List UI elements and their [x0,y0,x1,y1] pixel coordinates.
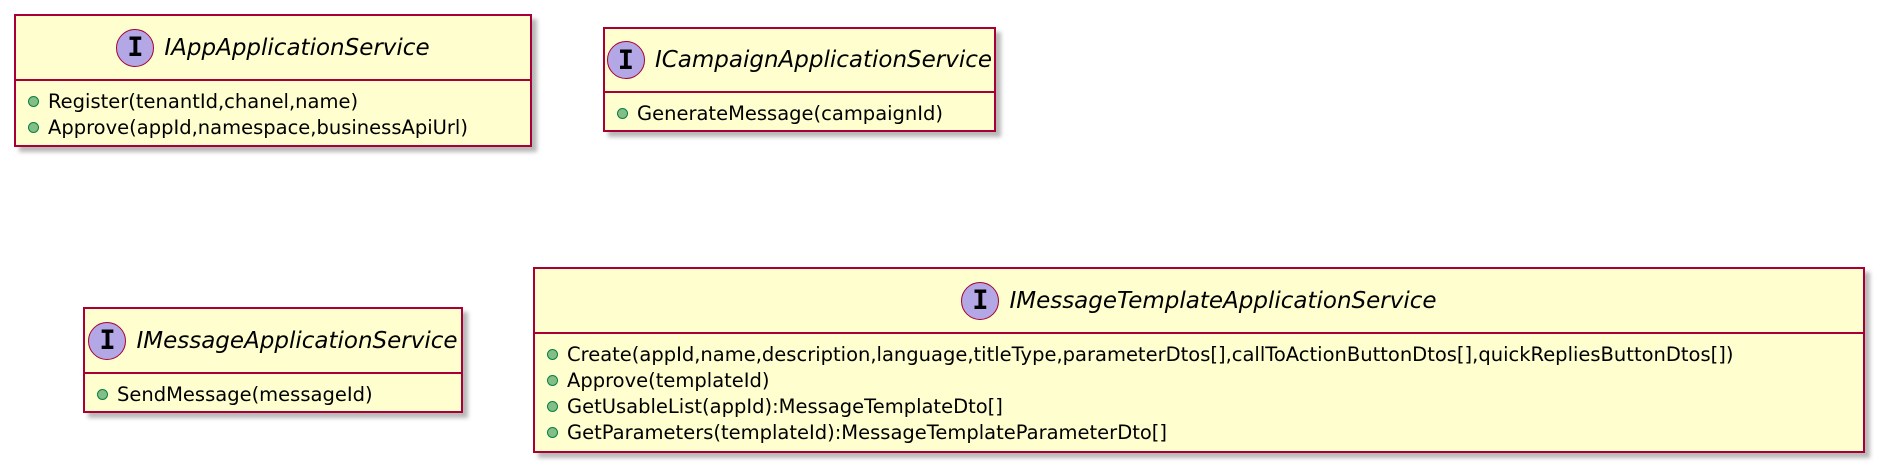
interface-icampaign-application-service: I ICampaignApplicationService GenerateMe… [603,27,996,132]
interface-iapp-application-service: I IAppApplicationService Register(tenant… [14,14,532,147]
interface-imessage-application-service: I IMessageApplicationService SendMessage… [83,307,463,413]
member-signature: Create(appId,name,description,language,t… [567,342,1734,366]
interface-name: IAppApplicationService [164,34,430,61]
public-method-icon [28,121,39,133]
interface-header: I IMessageApplicationService [85,309,461,374]
public-method-icon [547,426,558,438]
public-method-icon [547,400,558,412]
member-signature: GenerateMessage(campaignId) [637,101,944,125]
interface-name: IMessageTemplateApplicationService [1009,287,1437,314]
public-method-icon [547,374,558,386]
interface-name: ICampaignApplicationService [654,47,993,73]
member-item: GenerateMessage(campaignId) [617,100,982,126]
member-item: GetParameters(templateId):MessageTemplat… [547,419,1851,445]
member-list: Create(appId,name,description,language,t… [535,334,1863,451]
member-item: SendMessage(messageId) [97,381,449,407]
member-item: Register(tenantId,chanel,name) [28,88,518,114]
interface-circle-icon: I [961,281,1000,320]
public-method-icon [617,107,628,119]
interface-circle-icon: I [116,28,155,67]
interface-circle-icon: I [606,41,645,79]
member-signature: GetParameters(templateId):MessageTemplat… [567,420,1168,444]
member-signature: Register(tenantId,chanel,name) [48,89,359,113]
interface-circle-icon: I [88,321,127,360]
member-item: Approve(appId,namespace,businessApiUrl) [28,114,518,140]
public-method-icon [28,95,39,107]
member-signature: Approve(appId,namespace,businessApiUrl) [48,115,468,139]
public-method-icon [547,348,558,360]
member-signature: SendMessage(messageId) [117,382,373,406]
interface-header: I IMessageTemplateApplicationService [535,269,1863,334]
member-list: Register(tenantId,chanel,name) Approve(a… [16,81,530,146]
member-item: GetUsableList(appId):MessageTemplateDto[… [547,393,1851,419]
member-signature: Approve(templateId) [567,368,770,392]
interface-imessage-template-application-service: I IMessageTemplateApplicationService Cre… [533,267,1865,453]
member-item: Approve(templateId) [547,367,1851,393]
member-list: GenerateMessage(campaignId) [605,93,994,132]
interface-name: IMessageApplicationService [136,327,458,354]
interface-header: I IAppApplicationService [16,16,530,81]
interface-header: I ICampaignApplicationService [605,29,994,93]
public-method-icon [97,388,108,400]
member-list: SendMessage(messageId) [85,374,461,413]
member-signature: GetUsableList(appId):MessageTemplateDto[… [567,394,1003,418]
member-item: Create(appId,name,description,language,t… [547,341,1851,367]
